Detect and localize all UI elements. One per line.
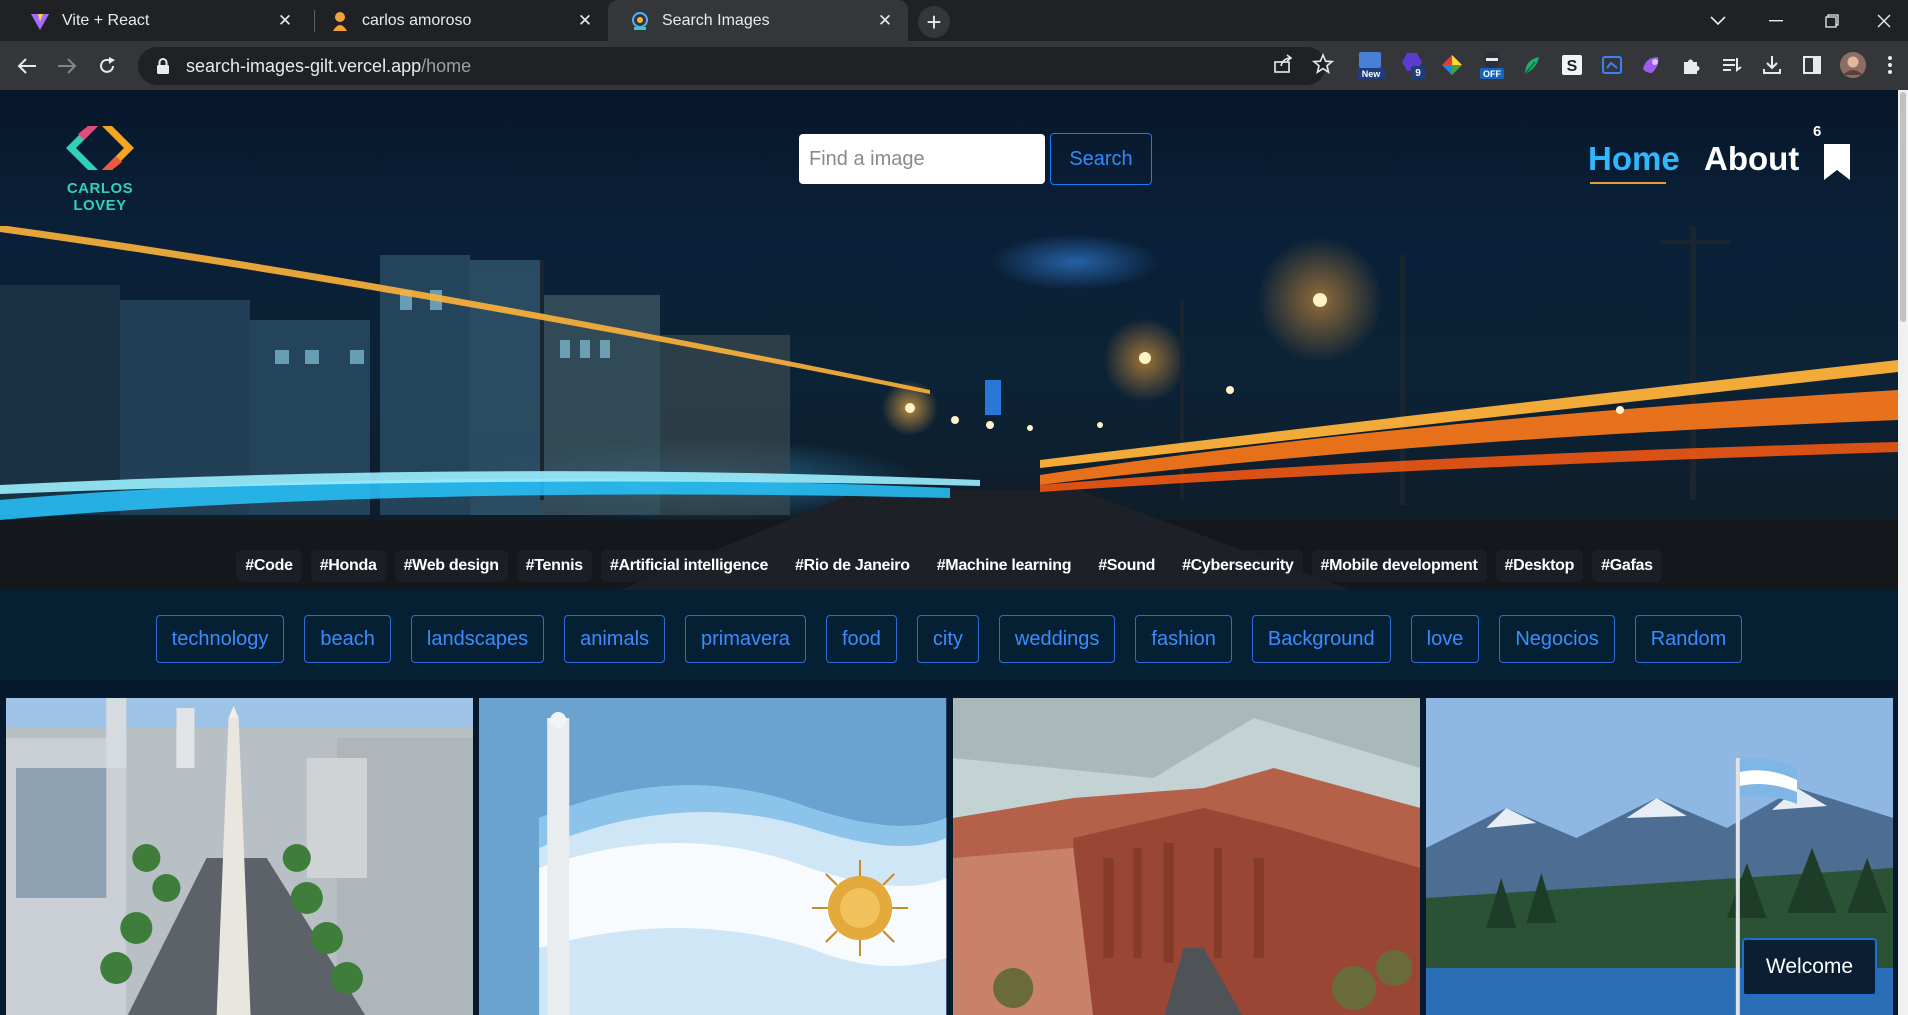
extension-s-icon[interactable]: S xyxy=(1557,50,1587,80)
reading-list-icon[interactable] xyxy=(1717,50,1747,80)
hashtag-chip[interactable]: #Honda xyxy=(310,550,386,582)
profile-avatar[interactable] xyxy=(1838,50,1868,80)
hashtag-chip[interactable]: #Web design xyxy=(394,550,508,582)
hashtag-chip[interactable]: #Cybersecurity xyxy=(1173,550,1303,582)
image-gallery xyxy=(6,698,1893,1015)
person-icon xyxy=(333,11,347,31)
code-brackets-logo-icon xyxy=(66,126,134,170)
download-icon[interactable] xyxy=(1757,50,1787,80)
close-tab-icon[interactable]: ✕ xyxy=(576,11,594,30)
off-badge-text: OFF xyxy=(1483,69,1501,79)
url-host: search-images-gilt.vercel.app xyxy=(186,55,422,76)
count-badge-text: 9 xyxy=(1415,68,1421,79)
category-button[interactable]: primavera xyxy=(685,615,806,663)
lock-icon xyxy=(157,58,169,74)
category-button[interactable]: Background xyxy=(1251,615,1391,663)
hashtag-chip[interactable]: #Gafas xyxy=(1592,550,1662,582)
category-button[interactable]: fashion xyxy=(1135,615,1232,663)
hashtag-chip[interactable]: #Tennis xyxy=(516,550,592,582)
category-button[interactable]: love xyxy=(1410,615,1480,663)
browser-toolbar: search-images-gilt.vercel.app/home New 9… xyxy=(0,41,1908,90)
hashtag-chip[interactable]: #Code xyxy=(236,550,302,582)
search-button[interactable]: Search xyxy=(1050,133,1152,185)
category-button[interactable]: technology xyxy=(155,615,285,663)
address-bar[interactable]: search-images-gilt.vercel.app/home xyxy=(138,47,1326,85)
category-button[interactable]: city xyxy=(916,615,979,663)
gallery-image-red-canyon[interactable] xyxy=(952,698,1420,1015)
hashtag-chip[interactable]: #Artificial intelligence xyxy=(600,550,778,582)
search-input[interactable] xyxy=(799,134,1045,184)
welcome-toast[interactable]: Welcome xyxy=(1742,938,1877,996)
forward-icon[interactable] xyxy=(50,49,84,83)
category-button[interactable]: food xyxy=(825,615,897,663)
category-button[interactable]: Negocios xyxy=(1499,615,1615,663)
url-path: /home xyxy=(421,55,472,76)
hashtag-chip[interactable]: #Mobile development xyxy=(1311,550,1487,582)
browser-menu-icon[interactable] xyxy=(1878,50,1902,80)
gallery-image-obelisk-avenue[interactable] xyxy=(6,698,474,1015)
search-images-icon xyxy=(632,11,648,30)
hashtag-chip[interactable]: #Sound xyxy=(1089,550,1165,582)
nav-home-link[interactable]: Home xyxy=(1588,140,1680,178)
gallery-image-argentina-flag[interactable] xyxy=(479,698,947,1015)
bookmark-icon[interactable] xyxy=(1822,142,1852,182)
scrollbar-thumb[interactable] xyxy=(1900,92,1906,322)
category-button[interactable]: Random xyxy=(1634,615,1743,663)
browser-tabstrip: Vite + React ✕ carlos amoroso ✕ Search I… xyxy=(0,0,1908,41)
page-content: CARLOS LOVEY Search Home About 6 #Code #… xyxy=(0,90,1898,1015)
back-icon[interactable] xyxy=(10,49,44,83)
tab-title: Search Images xyxy=(662,11,770,29)
svg-text:S: S xyxy=(1567,58,1578,75)
extensions-puzzle-icon[interactable] xyxy=(1677,50,1707,80)
new-badge-text: New xyxy=(1362,69,1382,79)
vite-icon xyxy=(31,13,49,30)
close-window-icon[interactable] xyxy=(1860,0,1908,41)
hashtag-chip[interactable]: #Machine learning xyxy=(927,550,1081,582)
minimize-icon[interactable] xyxy=(1748,0,1804,41)
page-scrollbar[interactable] xyxy=(1898,90,1908,1015)
category-button[interactable]: weddings xyxy=(998,615,1116,663)
category-list: technology beach landscapes animals prim… xyxy=(0,615,1898,663)
category-button[interactable]: landscapes xyxy=(410,615,545,663)
new-tab-button[interactable]: + xyxy=(918,6,950,38)
restore-icon[interactable] xyxy=(1804,0,1860,41)
tab-carlos-amoroso[interactable]: carlos amoroso ✕ xyxy=(308,0,608,41)
share-icon[interactable] xyxy=(1270,51,1296,77)
extension-hexagon-icon[interactable]: 9 xyxy=(1397,50,1427,80)
close-tab-icon[interactable]: ✕ xyxy=(276,11,294,30)
tab-search-images[interactable]: Search Images ✕ xyxy=(608,0,908,41)
sun-of-may xyxy=(812,860,909,956)
extension-new-icon[interactable]: New xyxy=(1356,50,1386,80)
active-nav-underline xyxy=(1590,182,1666,184)
tab-vite-react[interactable]: Vite + React ✕ xyxy=(8,0,308,41)
extension-off-icon[interactable]: OFF xyxy=(1477,50,1507,80)
nav-about-link[interactable]: About xyxy=(1704,140,1799,178)
extension-color-icon[interactable] xyxy=(1437,50,1467,80)
hashtag-list: #Code #Honda #Web design #Tennis #Artifi… xyxy=(0,550,1898,582)
logo-text: CARLOS LOVEY xyxy=(66,180,134,214)
extension-leaf-icon[interactable] xyxy=(1517,50,1547,80)
extension-screenshot-icon[interactable] xyxy=(1597,50,1627,80)
tab-title: carlos amoroso xyxy=(362,11,472,29)
reload-icon[interactable] xyxy=(90,49,124,83)
tab-search-dropdown-icon[interactable] xyxy=(1690,0,1746,41)
star-bookmark-icon[interactable] xyxy=(1310,51,1336,77)
category-button[interactable]: beach xyxy=(304,615,391,663)
hashtag-chip[interactable]: #Desktop xyxy=(1495,550,1584,582)
close-tab-icon[interactable]: ✕ xyxy=(876,11,894,30)
extension-purple-icon[interactable] xyxy=(1637,50,1667,80)
side-panel-icon[interactable] xyxy=(1797,50,1827,80)
site-logo[interactable]: CARLOS LOVEY xyxy=(48,122,152,214)
tab-title: Vite + React xyxy=(62,11,150,29)
saved-count-badge: 6 xyxy=(1813,123,1822,140)
category-button[interactable]: animals xyxy=(564,615,666,663)
hashtag-chip[interactable]: #Rio de Janeiro xyxy=(786,550,919,582)
